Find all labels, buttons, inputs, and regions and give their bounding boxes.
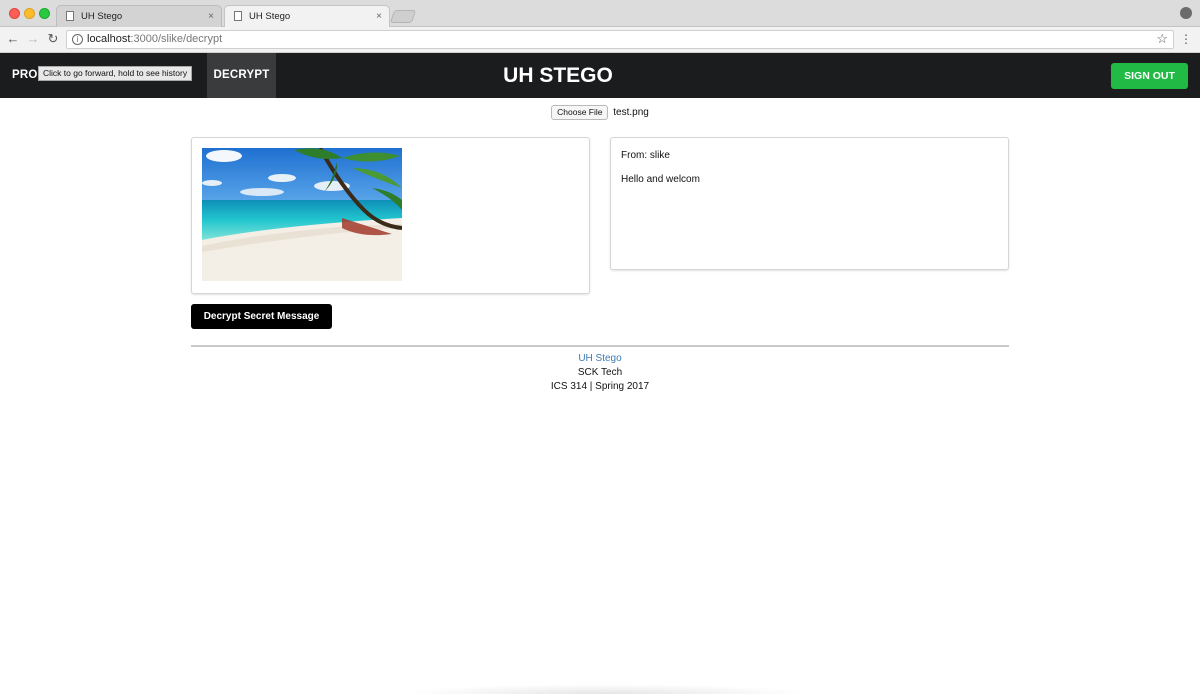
- browser-tabstrip: UH Stego × UH Stego ×: [0, 0, 1200, 28]
- back-arrow-icon[interactable]: ←: [4, 30, 22, 48]
- page-icon: [234, 11, 242, 21]
- new-tab-button[interactable]: [389, 10, 417, 23]
- beach-image: [202, 148, 402, 281]
- tab-title: UH Stego: [249, 11, 291, 22]
- image-preview-card: [191, 137, 590, 294]
- browser-tab-2[interactable]: UH Stego ×: [224, 5, 390, 28]
- address-bar[interactable]: i localhost:3000/slike/decrypt ☆: [66, 30, 1174, 49]
- footer-org: SCK Tech: [577, 367, 623, 378]
- file-input-row: Choose File test.png: [0, 105, 1200, 121]
- message-body: Hello and welcom: [621, 174, 700, 185]
- footer-divider: [191, 345, 1009, 347]
- url-host: localhost: [87, 33, 131, 45]
- selected-file-name: test.png: [613, 107, 649, 118]
- forward-arrow-icon[interactable]: →: [24, 30, 42, 48]
- tab-close-icon[interactable]: ×: [376, 6, 382, 27]
- tab-title: UH Stego: [81, 11, 123, 22]
- footer-link[interactable]: UH Stego: [0, 353, 1200, 364]
- browser-tab-1[interactable]: UH Stego ×: [56, 5, 222, 27]
- bookmark-star-icon[interactable]: ☆: [1156, 31, 1168, 47]
- footer-course: ICS 314 | Spring 2017: [550, 381, 650, 392]
- choose-file-button[interactable]: Choose File: [551, 105, 609, 120]
- url-text: localhost:3000/slike/decrypt: [87, 33, 222, 45]
- close-window-icon[interactable]: [9, 8, 20, 19]
- forward-tooltip: Click to go forward, hold to see history: [38, 66, 193, 81]
- browser-toolbar: ← → ↻ i localhost:3000/slike/decrypt ☆ ⋮: [0, 27, 1200, 53]
- page-icon: [66, 11, 74, 21]
- sign-out-button[interactable]: SIGN OUT: [1111, 63, 1188, 89]
- tab-close-icon[interactable]: ×: [208, 6, 214, 27]
- browser-menu-icon[interactable]: ⋮: [1180, 32, 1192, 46]
- minimize-window-icon[interactable]: [24, 8, 35, 19]
- fullscreen-window-icon[interactable]: [39, 8, 50, 19]
- decrypted-message-card: From: slike Hello and welcom: [610, 137, 1009, 270]
- url-path: :3000/slike/decrypt: [130, 33, 223, 45]
- reload-icon[interactable]: ↻: [44, 30, 62, 48]
- window-bottom-shadow: [400, 684, 810, 694]
- message-sender: From: slike: [621, 150, 670, 161]
- info-icon[interactable]: i: [72, 34, 83, 45]
- browser-profile-icon[interactable]: [1180, 7, 1192, 19]
- decrypt-secret-message-button[interactable]: Decrypt Secret Message: [191, 304, 332, 329]
